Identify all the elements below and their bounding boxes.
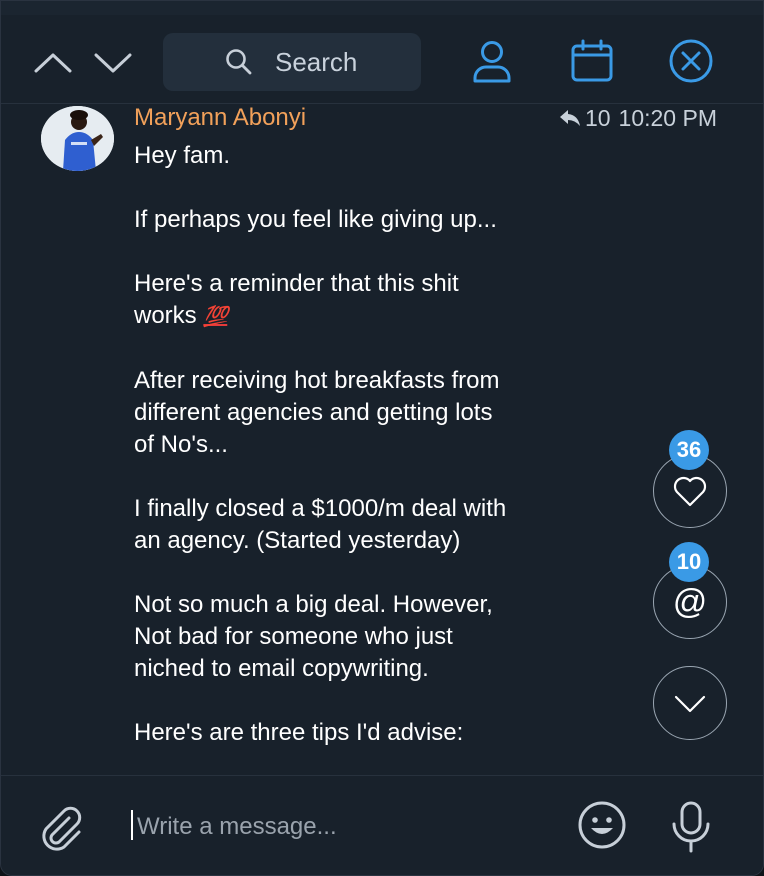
text-line: If perhaps you feel like giving up... xyxy=(134,206,497,233)
paragraph: Hey fam. xyxy=(134,140,574,172)
paperclip-icon[interactable] xyxy=(39,804,85,852)
chat-window: Search Maryann Abonyi 10 10:20 PM Hey fa… xyxy=(0,0,764,876)
text-line: Not so much a big deal. However, xyxy=(134,591,493,618)
reply-count[interactable]: 10 xyxy=(585,104,611,132)
previous-message-button[interactable] xyxy=(33,47,73,77)
message-meta: 10 10:20 PM xyxy=(559,104,717,132)
chevron-up-icon xyxy=(34,53,72,73)
sender-name[interactable]: Maryann Abonyi xyxy=(134,104,306,132)
user-icon xyxy=(473,41,511,83)
text-line: I finally closed a $1000/m deal with xyxy=(134,495,507,522)
message-text: Hey fam. If perhaps you feel like giving… xyxy=(134,140,574,774)
close-chat-button[interactable] xyxy=(667,37,715,85)
search-box[interactable]: Search xyxy=(163,33,421,91)
text-caret xyxy=(131,810,133,840)
text-line: Not bad for someone who just xyxy=(134,623,453,650)
calendar-icon xyxy=(571,39,613,82)
avatar[interactable] xyxy=(41,106,114,171)
scroll-to-bottom-button[interactable] xyxy=(653,666,727,740)
text-line: different agencies and getting lots xyxy=(134,399,493,426)
heart-icon xyxy=(673,476,707,507)
calendar-button[interactable] xyxy=(568,37,616,85)
text-line: Here's are three tips I'd advise: xyxy=(134,719,464,746)
chevron-down-icon xyxy=(674,695,706,713)
chat-header: Search xyxy=(1,15,763,104)
next-message-button[interactable] xyxy=(93,47,133,77)
chevron-down-icon xyxy=(94,53,132,73)
paragraph: I finally closed a $1000/m deal with an … xyxy=(134,493,574,557)
paragraph: After receiving hot breakfasts from diff… xyxy=(134,365,574,461)
hundred-points-icon: 💯 xyxy=(203,306,228,328)
microphone-icon[interactable] xyxy=(669,800,713,854)
text-line: niched to email copywriting. xyxy=(134,655,429,682)
text-line: Here's a reminder that this shit xyxy=(134,270,459,297)
text-line: an agency. (Started yesterday) xyxy=(134,527,461,554)
reactions-count-badge: 36 xyxy=(669,430,709,470)
paragraph: If perhaps you feel like giving up... xyxy=(134,204,574,236)
title-strip xyxy=(1,1,763,16)
message-field[interactable] xyxy=(135,806,549,848)
message-time: 10:20 PM xyxy=(618,105,717,131)
paragraph: Here's a reminder that this shit works 💯 xyxy=(134,268,574,333)
message-composer xyxy=(1,775,763,875)
emoji-icon[interactable] xyxy=(577,800,627,850)
reply-icon xyxy=(559,110,580,126)
message-input[interactable] xyxy=(131,806,551,848)
text-line: works 💯 xyxy=(134,300,574,333)
text-fragment: works xyxy=(134,302,197,329)
paragraph: Here's are three tips I'd advise: xyxy=(134,717,574,749)
text-line: Hey fam. xyxy=(134,142,231,169)
mentions-count-badge: 10 xyxy=(669,542,709,582)
message-area: Maryann Abonyi 10 10:20 PM Hey fam. If p… xyxy=(1,104,763,774)
close-icon xyxy=(669,39,713,83)
text-line: of No's... xyxy=(134,431,228,458)
text-line: After receiving hot breakfasts from xyxy=(134,367,500,394)
paragraph: Not so much a big deal. However, Not bad… xyxy=(134,589,574,685)
avatar-photo xyxy=(41,106,114,171)
search-icon xyxy=(226,49,252,75)
user-profile-button[interactable] xyxy=(468,37,516,85)
search-label: Search xyxy=(275,47,358,77)
